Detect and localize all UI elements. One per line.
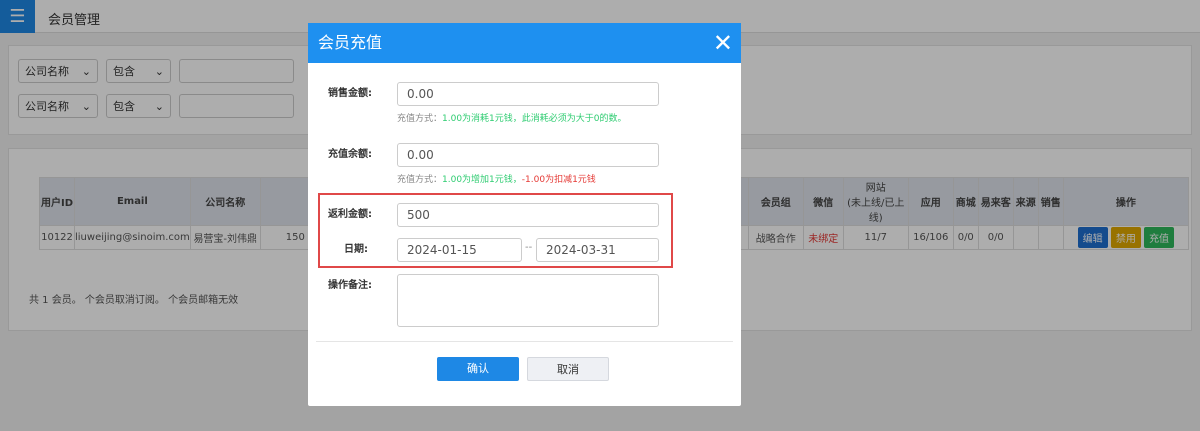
balance-label: 充值余额: <box>328 149 372 160</box>
sales-amount-input[interactable]: 0.00 <box>397 82 659 106</box>
sales-hint: 充值方式：1.00为消耗1元钱，此消耗必须为大于0的数。 <box>397 114 627 124</box>
dialog-title: 会员充值 <box>318 33 383 52</box>
date-separator: -- <box>525 242 533 253</box>
date-from-input[interactable]: 2024-01-15 <box>397 238 522 262</box>
close-icon[interactable]: ✕ <box>713 23 733 63</box>
confirm-button[interactable]: 确认 <box>437 357 519 381</box>
divider <box>316 341 733 342</box>
rebate-label: 返利金额: <box>328 209 372 220</box>
date-to-input[interactable]: 2024-03-31 <box>536 238 659 262</box>
note-textarea[interactable] <box>397 274 659 327</box>
recharge-dialog: 会员充值 ✕ 销售金额: 0.00 充值方式：1.00为消耗1元钱，此消耗必须为… <box>308 23 741 406</box>
balance-input[interactable]: 0.00 <box>397 143 659 167</box>
rebate-input[interactable]: 500 <box>397 203 659 227</box>
balance-hint: 充值方式：1.00为增加1元钱，-1.00为扣减1元钱 <box>397 175 596 185</box>
date-label: 日期: <box>344 244 368 255</box>
note-label: 操作备注: <box>328 280 372 291</box>
cancel-button[interactable]: 取消 <box>527 357 609 381</box>
sales-amount-label: 销售金额: <box>328 88 372 99</box>
dialog-header: 会员充值 ✕ <box>308 23 741 63</box>
